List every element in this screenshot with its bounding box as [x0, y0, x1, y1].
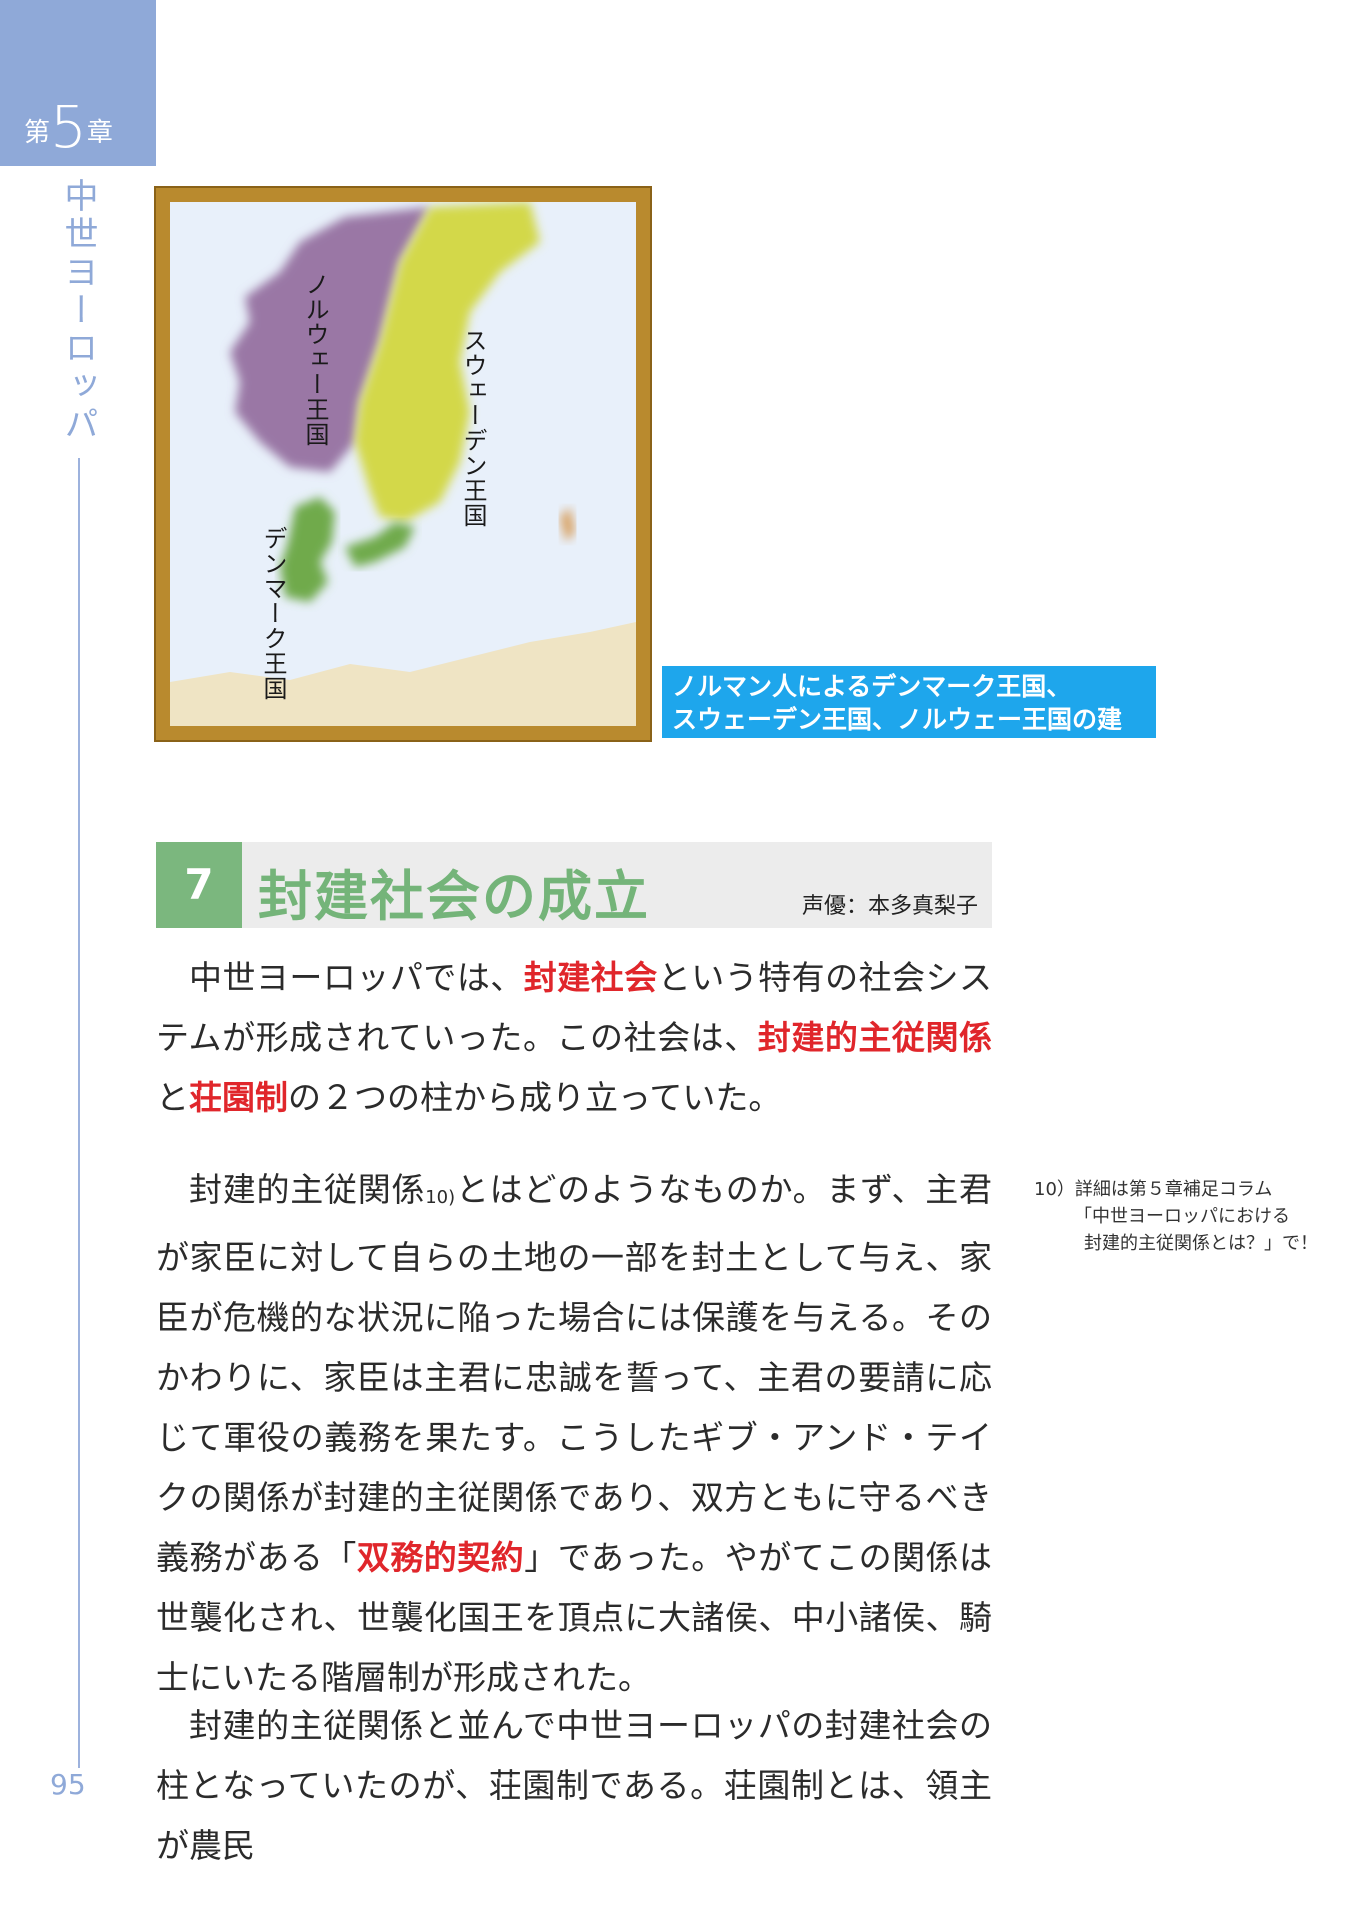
keyword: 封建的主従関係	[757, 1018, 992, 1057]
side-rule	[78, 458, 80, 1768]
map-caption: ノルマン人によるデンマーク王国、 スウェーデン王国、ノルウェー王国の建国	[662, 666, 1156, 767]
chapter-tab: 第5章	[0, 0, 156, 166]
text-run: と	[156, 1078, 189, 1117]
chapter-suffix: 章	[86, 118, 113, 148]
voice-actor-credit: 声優：本多真梨子	[801, 894, 978, 919]
section-header: 7 封建社会の成立 声優：本多真梨子	[156, 842, 992, 928]
text-run: 封建的主従関係と並んで中世ヨーロッパの封建社会の柱となっていたのが、荘園制である…	[156, 1706, 992, 1865]
label-denmark: デンマーク王国	[259, 526, 287, 701]
section-title: 封建社会の成立	[258, 865, 650, 928]
scandinavia-map	[170, 202, 636, 726]
text-run: とはどのようなものか。まず、主君が家臣に対して自らの土地の一部を封土として与え、…	[156, 1170, 993, 1577]
paragraph-3: 封建的主従関係と並んで中世ヨーロッパの封建社会の柱となっていたのが、荘園制である…	[156, 1696, 992, 1876]
chapter-prefix: 第	[24, 118, 51, 148]
footnote-ref: 10)	[425, 1187, 456, 1208]
keyword: 荘園制	[189, 1078, 288, 1117]
chapter-title-vertical: 中世ヨーロッパ	[58, 178, 98, 444]
paragraph-2: 封建的主従関係10)とはどのようなものか。まず、主君が家臣に対して自らの土地の一…	[156, 1160, 992, 1708]
keyword: 封建社会	[523, 958, 658, 997]
paragraph-1: 中世ヨーロッパでは、封建社会という特有の社会システムが形成されていった。この社会…	[156, 948, 992, 1128]
text-run: の２つの柱から成り立っていた。	[288, 1078, 782, 1117]
label-norway: ノルウェー王国	[301, 272, 329, 447]
text-run: 中世ヨーロッパでは、	[189, 958, 524, 997]
footnote-line-3: 封建的主従関係とは？」で！	[1084, 1233, 1318, 1254]
side-footnote: 10）詳細は第５章補足コラム 「中世ヨーロッパにおける 封建的主従関係とは？」で…	[1034, 1176, 1334, 1257]
map-figure: ノルウェー王国 スウェーデン王国 デンマーク王国	[154, 186, 652, 742]
section-number: 7	[156, 842, 242, 928]
text-run: 封建的主従関係	[189, 1170, 426, 1209]
caption-line-2: スウェーデン王国、ノルウェー王国の建国	[672, 705, 1123, 767]
footnote-line-1: 10）詳細は第５章補足コラム	[1034, 1179, 1273, 1200]
label-sweden: スウェーデン王国	[459, 328, 487, 528]
chapter-number: 5	[50, 93, 87, 161]
footnote-line-2: 「中世ヨーロッパにおける	[1074, 1206, 1290, 1227]
page-number: 95	[50, 1768, 86, 1801]
keyword: 双務的契約	[356, 1538, 525, 1577]
caption-line-1: ノルマン人によるデンマーク王国、	[672, 672, 1072, 701]
chapter-label: 第5章	[24, 98, 113, 156]
